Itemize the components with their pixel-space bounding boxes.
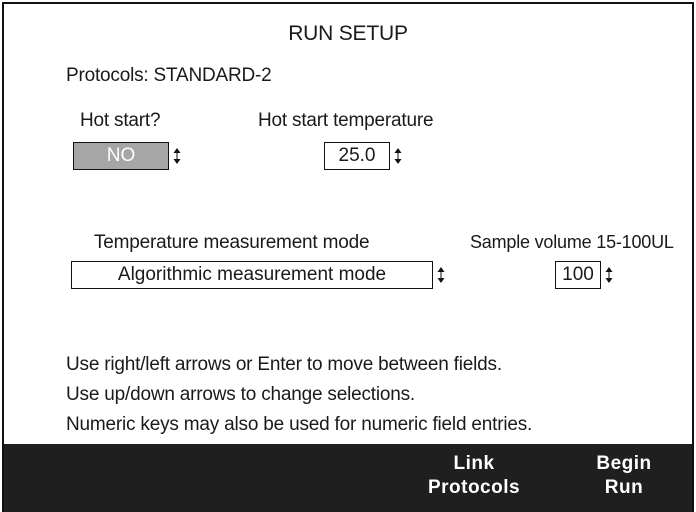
begin-run-label-line2: Run — [604, 477, 644, 498]
protocols-label: Protocols: STANDARD-2 — [66, 65, 272, 86]
hot-start-temperature-label: Hot start temperature — [258, 110, 434, 131]
link-protocols-label-line1: Link — [453, 453, 495, 474]
instruction-line: Use right/left arrows or Enter to move b… — [66, 354, 502, 375]
begin-run-label-line1: Begin — [596, 453, 652, 474]
temperature-mode-field[interactable]: Algorithmic measurement mode — [71, 261, 433, 289]
hot-start-label: Hot start? — [80, 110, 161, 131]
hot-start-field[interactable]: NO — [73, 142, 169, 170]
sample-volume-label: Sample volume 15-100UL — [470, 232, 674, 252]
hot-start-spinner-icon[interactable] — [172, 144, 182, 168]
sample-volume-field[interactable]: 100 — [555, 261, 601, 289]
hot-start-temperature-spinner-icon[interactable] — [393, 144, 403, 168]
sample-volume-spinner-icon[interactable] — [604, 263, 614, 287]
link-protocols-button[interactable]: Link Protocols — [409, 452, 539, 500]
run-setup-screen: RUN SETUP Protocols: STANDARD-2 Hot star… — [2, 2, 694, 512]
instruction-line: Use up/down arrows to change selections. — [66, 384, 415, 405]
page-title: RUN SETUP — [288, 22, 408, 45]
instruction-line: Numeric keys may also be used for numeri… — [66, 414, 533, 435]
softkey-bar: Link Protocols Begin Run — [4, 444, 692, 512]
link-protocols-label-line2: Protocols — [427, 477, 521, 498]
begin-run-button[interactable]: Begin Run — [576, 452, 672, 500]
temperature-mode-spinner-icon[interactable] — [436, 263, 446, 287]
temperature-mode-label: Temperature measurement mode — [94, 232, 370, 253]
hot-start-temperature-field[interactable]: 25.0 — [324, 142, 390, 170]
